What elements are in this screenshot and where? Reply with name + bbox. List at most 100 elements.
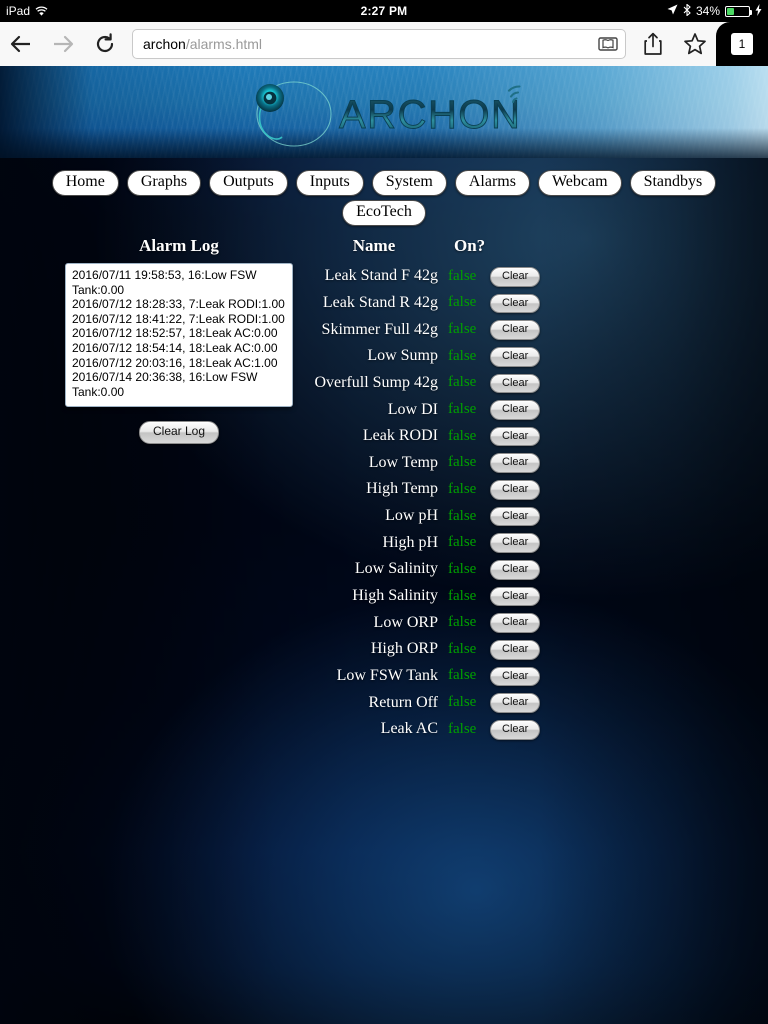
clear-alarm-button[interactable]: Clear: [490, 320, 540, 340]
alarm-action-cell: Clear: [490, 663, 548, 690]
alarm-log-entry: 2016/07/14 20:36:38, 16:Low FSW Tank:0.0…: [72, 370, 286, 399]
address-bar[interactable]: archon/alarms.html: [132, 29, 626, 59]
nav-item-graphs[interactable]: Graphs: [127, 170, 201, 196]
table-row: High TempfalseClear: [300, 476, 548, 503]
clear-alarm-button[interactable]: Clear: [490, 560, 540, 580]
alarm-action-cell: Clear: [490, 583, 548, 610]
reader-view-icon[interactable]: [597, 35, 619, 53]
table-row: Low pHfalseClear: [300, 503, 548, 530]
table-row: Leak Stand R 42gfalseClear: [300, 290, 548, 317]
web-page: ARCHON Home Graphs Outputs Inputs System Alar…: [0, 66, 768, 1024]
clear-alarm-button[interactable]: Clear: [490, 720, 540, 740]
tab-count-label: 1: [731, 33, 753, 55]
alarm-name-cell: Return Off: [300, 689, 448, 716]
table-row: High pHfalseClear: [300, 529, 548, 556]
nav-item-outputs[interactable]: Outputs: [209, 170, 288, 196]
reload-button[interactable]: [84, 22, 126, 66]
clear-alarm-button[interactable]: Clear: [490, 267, 540, 287]
clear-log-button[interactable]: Clear Log: [139, 421, 219, 444]
alarm-state-cell: false: [448, 396, 490, 423]
table-row: Leak RODIfalseClear: [300, 423, 548, 450]
alarm-state-cell: false: [448, 583, 490, 610]
alarm-name-cell: Overfull Sump 42g: [300, 370, 448, 397]
alarm-state-cell: false: [448, 529, 490, 556]
table-row: Skimmer Full 42gfalseClear: [300, 316, 548, 343]
alarm-action-cell: Clear: [490, 556, 548, 583]
clear-alarm-button[interactable]: Clear: [490, 453, 540, 473]
alarm-log-textarea[interactable]: 2016/07/11 19:58:53, 16:Low FSW Tank:0.0…: [65, 263, 293, 407]
back-button[interactable]: [0, 22, 42, 66]
alarm-action-cell: Clear: [490, 343, 548, 370]
alarm-state-cell: false: [448, 636, 490, 663]
alarm-name-cell: Low pH: [300, 503, 448, 530]
alarm-state-cell: false: [448, 663, 490, 690]
clear-alarm-button[interactable]: Clear: [490, 400, 540, 420]
alarm-log-entry: 2016/07/11 19:58:53, 16:Low FSW Tank:0.0…: [72, 268, 286, 297]
nav-item-inputs[interactable]: Inputs: [296, 170, 364, 196]
clear-alarm-button[interactable]: Clear: [490, 613, 540, 633]
alarm-name-cell: Low ORP: [300, 609, 448, 636]
alarm-state-cell: false: [448, 290, 490, 317]
alarm-state-cell: false: [448, 476, 490, 503]
primary-nav-row-1: Home Graphs Outputs Inputs System Alarms Webca…: [0, 170, 768, 196]
alarm-name-cell: High Temp: [300, 476, 448, 503]
status-bar-right: 34%: [667, 0, 762, 22]
alarm-action-cell: Clear: [490, 396, 548, 423]
battery-percent-label: 34%: [696, 4, 720, 18]
alarm-action-cell: Clear: [490, 609, 548, 636]
forward-button[interactable]: [42, 22, 84, 66]
alarm-table-header-row: Name On?: [300, 236, 548, 263]
table-row: Low TempfalseClear: [300, 449, 548, 476]
alarm-log-entry: 2016/07/12 18:28:33, 7:Leak RODI:1.00: [72, 297, 286, 312]
clear-alarm-button[interactable]: Clear: [490, 427, 540, 447]
alarm-state-cell: false: [448, 316, 490, 343]
alarm-log-panel: Alarm Log 2016/07/11 19:58:53, 16:Low FS…: [44, 236, 314, 444]
clear-alarm-button[interactable]: Clear: [490, 693, 540, 713]
nav-item-home[interactable]: Home: [52, 170, 119, 196]
alarm-name-cell: High pH: [300, 529, 448, 556]
clear-alarm-button[interactable]: Clear: [490, 374, 540, 394]
nav-item-webcam[interactable]: Webcam: [538, 170, 622, 196]
lightning-bolt-icon: [755, 4, 762, 19]
clear-alarm-button[interactable]: Clear: [490, 480, 540, 500]
site-header-banner: ARCHON: [0, 66, 768, 158]
alarm-action-cell: Clear: [490, 529, 548, 556]
url-path: /alarms.html: [186, 36, 262, 52]
bookmark-star-icon[interactable]: [674, 22, 716, 66]
location-arrow-icon: [667, 4, 678, 18]
clear-alarm-button[interactable]: Clear: [490, 587, 540, 607]
alarm-state-cell: false: [448, 343, 490, 370]
alarm-action-cell: Clear: [490, 370, 548, 397]
nav-item-system[interactable]: System: [372, 170, 447, 196]
nav-item-standbys[interactable]: Standbys: [630, 170, 717, 196]
alarm-state-cell: false: [448, 503, 490, 530]
table-row: Low SalinityfalseClear: [300, 556, 548, 583]
alarm-state-cell: false: [448, 716, 490, 743]
clear-alarm-button[interactable]: Clear: [490, 294, 540, 314]
clear-alarm-button[interactable]: Clear: [490, 347, 540, 367]
battery-icon: [725, 6, 750, 17]
alarm-name-cell: Leak RODI: [300, 423, 448, 450]
alarm-log-entry: 2016/07/12 18:41:22, 7:Leak RODI:1.00: [72, 312, 286, 327]
clear-alarm-button[interactable]: Clear: [490, 667, 540, 687]
alarm-name-cell: High Salinity: [300, 583, 448, 610]
nav-item-alarms[interactable]: Alarms: [455, 170, 530, 196]
clear-alarm-button[interactable]: Clear: [490, 507, 540, 527]
tab-overview-button[interactable]: 1: [716, 22, 768, 66]
table-row: Low DIfalseClear: [300, 396, 548, 423]
share-button[interactable]: [632, 22, 674, 66]
clear-alarm-button[interactable]: Clear: [490, 640, 540, 660]
alarm-state-cell: false: [448, 556, 490, 583]
table-row: Low ORPfalseClear: [300, 609, 548, 636]
alarm-action-cell: Clear: [490, 263, 548, 290]
alarm-action-cell: Clear: [490, 423, 548, 450]
alarm-name-cell: High ORP: [300, 636, 448, 663]
table-row: High SalinityfalseClear: [300, 583, 548, 610]
url-text: archon/alarms.html: [143, 36, 262, 52]
clear-alarm-button[interactable]: Clear: [490, 533, 540, 553]
status-bar-clock: 2:27 PM: [0, 4, 768, 18]
primary-nav-row-2: EcoTech: [0, 200, 768, 226]
nav-item-ecotech[interactable]: EcoTech: [342, 200, 426, 226]
alarm-log-entry: 2016/07/12 18:54:14, 18:Leak AC:0.00: [72, 341, 286, 356]
clear-log-row: Clear Log: [44, 421, 314, 444]
